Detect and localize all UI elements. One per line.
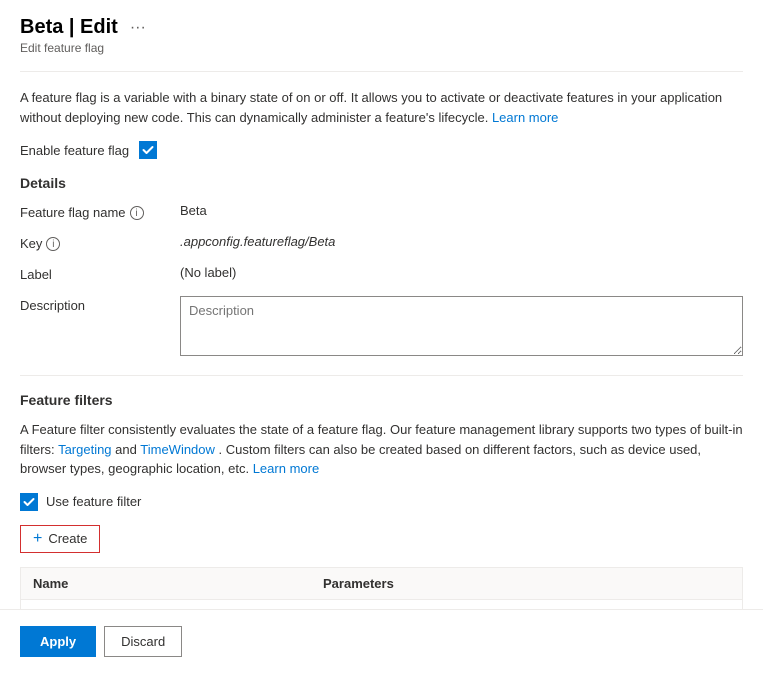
description-textarea[interactable] — [180, 296, 743, 356]
use-feature-filter-label: Use feature filter — [46, 494, 141, 509]
page-subtitle: Edit feature flag — [20, 41, 743, 55]
description-input-wrapper — [180, 296, 743, 359]
footer: Apply Discard — [0, 609, 763, 673]
label-field-label: Label — [20, 265, 180, 282]
label-field-value: (No label) — [180, 265, 743, 282]
key-value: .appconfig.featureflag/Beta — [180, 234, 743, 251]
feature-filter-description: A Feature filter consistently evaluates … — [20, 420, 743, 479]
intro-text: A feature flag is a variable with a bina… — [20, 88, 743, 127]
create-button-label: Create — [48, 531, 87, 546]
table-header-parameters: Parameters — [311, 568, 682, 599]
table-header: Name Parameters — [21, 568, 742, 600]
details-section-title: Details — [20, 175, 743, 191]
ellipsis-menu-button[interactable]: ··· — [126, 17, 150, 39]
details-grid: Feature flag name i Beta Key i .appconfi… — [20, 203, 743, 359]
feature-flag-name-info-icon[interactable]: i — [130, 206, 144, 220]
table-header-name: Name — [21, 568, 311, 599]
create-button[interactable]: + Create — [20, 525, 100, 553]
enable-feature-flag-label: Enable feature flag — [20, 143, 129, 158]
enable-feature-flag-checkbox[interactable] — [139, 141, 157, 159]
use-filter-row: Use feature filter — [20, 493, 743, 511]
key-label: Key i — [20, 234, 180, 251]
discard-button[interactable]: Discard — [104, 626, 182, 657]
feature-filters-section-title: Feature filters — [20, 392, 743, 408]
feature-flag-name-value: Beta — [180, 203, 743, 220]
intro-learn-more-link[interactable]: Learn more — [492, 110, 558, 125]
feature-flag-name-label: Feature flag name i — [20, 203, 180, 220]
divider-top — [20, 71, 743, 72]
divider-mid — [20, 375, 743, 376]
table-header-actions — [682, 568, 742, 599]
key-info-icon[interactable]: i — [46, 237, 60, 251]
description-label: Description — [20, 296, 180, 359]
page-title: Beta | Edit — [20, 16, 118, 39]
apply-button[interactable]: Apply — [20, 626, 96, 657]
use-feature-filter-checkbox[interactable] — [20, 493, 38, 511]
create-plus-icon: + — [33, 531, 42, 547]
feature-filter-learn-more-link[interactable]: Learn more — [253, 461, 319, 476]
